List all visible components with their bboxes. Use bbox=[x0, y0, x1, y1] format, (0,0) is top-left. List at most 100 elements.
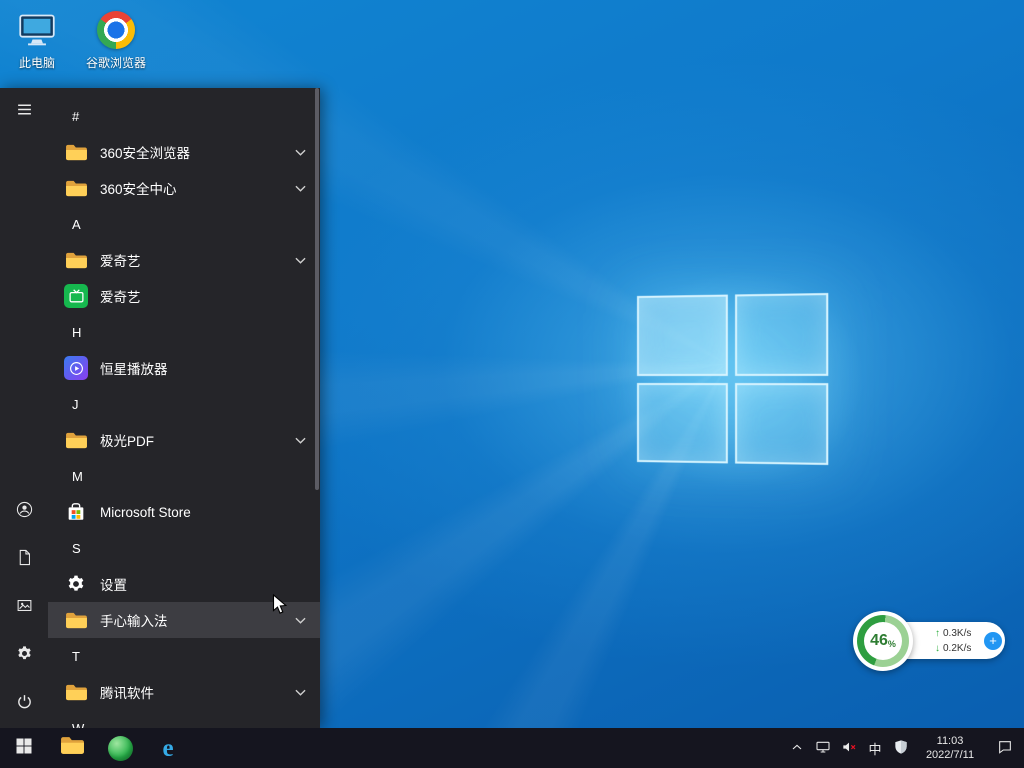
chevron-down-icon[interactable] bbox=[295, 689, 306, 696]
section-header-m[interactable]: M bbox=[48, 458, 320, 494]
start-item-label: 腾讯软件 bbox=[100, 682, 295, 702]
start-item-360-browser[interactable]: 360安全浏览器 bbox=[48, 134, 320, 170]
logo-pane bbox=[637, 295, 727, 376]
start-item-label: 360安全浏览器 bbox=[100, 142, 295, 162]
start-button[interactable] bbox=[0, 728, 48, 768]
settings-button[interactable] bbox=[0, 632, 48, 680]
start-item-settings[interactable]: 设置 bbox=[48, 566, 320, 602]
chevron-down-icon[interactable] bbox=[295, 257, 306, 264]
pictures-button[interactable] bbox=[0, 584, 48, 632]
start-item-star-player[interactable]: 恒星播放器 bbox=[48, 350, 320, 386]
add-boost-button[interactable]: + bbox=[984, 632, 1002, 650]
usage-percent-value: 46 bbox=[870, 632, 888, 650]
logo-pane bbox=[637, 383, 727, 464]
taskbar-360-browser[interactable] bbox=[96, 728, 144, 768]
desktop-icon-label: 谷歌浏览器 bbox=[84, 54, 148, 71]
folder-icon bbox=[64, 248, 88, 272]
shield-icon bbox=[893, 739, 909, 758]
clock-time: 11:03 bbox=[937, 734, 964, 748]
chevron-down-icon[interactable] bbox=[295, 185, 306, 192]
section-label: J bbox=[72, 397, 79, 412]
action-center-button[interactable] bbox=[986, 728, 1024, 768]
notification-icon bbox=[997, 739, 1013, 758]
usage-ring: 46 % bbox=[857, 615, 909, 667]
logo-pane bbox=[735, 293, 829, 375]
taskbar-ie-browser[interactable]: e bbox=[144, 728, 192, 768]
document-icon bbox=[16, 549, 33, 571]
start-app-list: # 360安全浏览器 360安全中心 A 爱奇艺 bbox=[48, 88, 320, 728]
start-item-label: 手心输入法 bbox=[100, 610, 295, 630]
desktop: 此电脑 谷歌浏览器 bbox=[0, 0, 1024, 768]
start-item-label: 爱奇艺 bbox=[100, 250, 295, 270]
network-icon bbox=[815, 739, 831, 758]
start-item-360-center[interactable]: 360安全中心 bbox=[48, 170, 320, 206]
tray-defender[interactable] bbox=[888, 728, 914, 768]
start-menu: # 360安全浏览器 360安全中心 A 爱奇艺 bbox=[0, 88, 320, 728]
section-header-hash[interactable]: # bbox=[48, 98, 320, 134]
start-item-label: 恒星播放器 bbox=[100, 358, 306, 378]
memory-usage-ball[interactable]: 46 % bbox=[853, 611, 913, 671]
upload-arrow-icon: ↑ bbox=[935, 628, 940, 639]
tray-volume[interactable] bbox=[836, 728, 862, 768]
start-item-label: Microsoft Store bbox=[100, 505, 306, 520]
iqiyi-icon bbox=[64, 284, 88, 308]
section-label: A bbox=[72, 217, 81, 232]
expand-menu-button[interactable] bbox=[0, 88, 48, 136]
file-explorer-icon bbox=[60, 735, 85, 761]
tray-ime-indicator[interactable]: 中 bbox=[862, 728, 888, 768]
user-account-button[interactable] bbox=[0, 488, 48, 536]
chevron-down-icon[interactable] bbox=[295, 149, 306, 156]
tray-show-hidden-icons[interactable] bbox=[784, 728, 810, 768]
windows-logo bbox=[637, 293, 828, 465]
section-header-h[interactable]: H bbox=[48, 314, 320, 350]
section-label: T bbox=[72, 649, 80, 664]
start-item-tencent[interactable]: 腾讯软件 bbox=[48, 674, 320, 710]
start-menu-scrollbar[interactable] bbox=[315, 88, 319, 490]
desktop-icon-this-pc[interactable]: 此电脑 bbox=[5, 9, 69, 71]
start-item-label: 爱奇艺 bbox=[100, 286, 306, 306]
start-item-iqiyi-app[interactable]: 爱奇艺 bbox=[48, 278, 320, 314]
chevron-down-icon[interactable] bbox=[295, 617, 306, 624]
desktop-icon-label: 此电脑 bbox=[5, 54, 69, 71]
start-item-shouxin-ime[interactable]: 手心输入法 bbox=[48, 602, 320, 638]
section-header-t[interactable]: T bbox=[48, 638, 320, 674]
speaker-muted-icon bbox=[841, 739, 857, 758]
upload-speed-value: 0.3K/s bbox=[943, 628, 971, 639]
tray-network[interactable] bbox=[810, 728, 836, 768]
gear-icon bbox=[16, 645, 33, 667]
usage-percent-unit: % bbox=[888, 639, 896, 649]
start-item-jiguang-pdf[interactable]: 极光PDF bbox=[48, 422, 320, 458]
logo-pane bbox=[735, 383, 829, 465]
power-button[interactable] bbox=[0, 680, 48, 728]
section-label: # bbox=[72, 109, 79, 124]
section-header-w[interactable]: W bbox=[48, 710, 320, 728]
tray-clock[interactable]: 11:03 2022/7/11 bbox=[914, 728, 986, 768]
start-item-label: 360安全中心 bbox=[100, 178, 295, 198]
speed-ball-widget: ↑ 0.3K/s ↓ 0.2K/s + 46 % bbox=[853, 611, 1005, 673]
section-header-s[interactable]: S bbox=[48, 530, 320, 566]
taskbar-file-explorer[interactable] bbox=[48, 728, 96, 768]
network-speeds: ↑ 0.3K/s ↓ 0.2K/s bbox=[935, 626, 971, 656]
desktop-icon-chrome[interactable]: 谷歌浏览器 bbox=[84, 9, 148, 71]
start-item-iqiyi-folder[interactable]: 爱奇艺 bbox=[48, 242, 320, 278]
plus-icon: + bbox=[989, 634, 997, 647]
browser-e-icon: e bbox=[162, 736, 173, 761]
user-icon bbox=[16, 501, 33, 523]
folder-icon bbox=[64, 140, 88, 164]
section-header-j[interactable]: J bbox=[48, 386, 320, 422]
folder-icon bbox=[64, 176, 88, 200]
chevron-down-icon[interactable] bbox=[295, 437, 306, 444]
microsoft-store-icon bbox=[64, 500, 88, 524]
documents-button[interactable] bbox=[0, 536, 48, 584]
system-tray: 中 11:03 2022/7/11 bbox=[784, 728, 1024, 768]
download-speed-row: ↓ 0.2K/s bbox=[935, 641, 971, 656]
upload-speed-row: ↑ 0.3K/s bbox=[935, 626, 971, 641]
section-header-a[interactable]: A bbox=[48, 206, 320, 242]
chrome-icon bbox=[84, 9, 148, 51]
start-item-label: 极光PDF bbox=[100, 430, 295, 450]
gear-icon bbox=[64, 572, 88, 596]
download-arrow-icon: ↓ bbox=[935, 643, 940, 654]
start-item-microsoft-store[interactable]: Microsoft Store bbox=[48, 494, 320, 530]
section-label: H bbox=[72, 325, 81, 340]
green-browser-icon bbox=[108, 736, 133, 761]
